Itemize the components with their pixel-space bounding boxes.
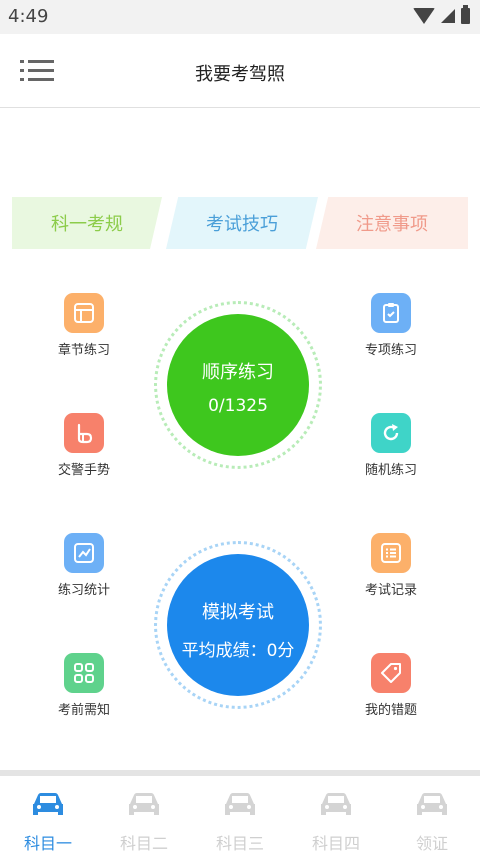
car-icon <box>417 793 447 815</box>
tab-license[interactable]: 领证 <box>384 776 480 854</box>
tab-label: 科目一 <box>23 834 72 853</box>
info-cards: 科一考规 考试技巧 注意事项 <box>12 197 468 249</box>
car-icon <box>129 793 159 815</box>
notes-card[interactable]: 注意事项 <box>316 197 468 249</box>
grid-icon <box>64 653 104 693</box>
tab-label: 领证 <box>415 834 448 853</box>
refresh-icon <box>371 413 411 453</box>
app-bar: 我要考驾照 <box>0 34 480 108</box>
battery-icon <box>461 5 470 24</box>
clipboard-icon <box>371 293 411 333</box>
mock-exam-title: 模拟考试 <box>202 602 274 623</box>
tab-subject-three[interactable]: 科目三 <box>192 776 288 854</box>
random-practice-button[interactable]: 随机练习 <box>351 413 431 478</box>
tab-subject-one[interactable]: 科目一 <box>0 776 96 854</box>
chapter-icon <box>64 293 104 333</box>
exam-rules-card[interactable]: 科一考规 <box>12 197 162 249</box>
pre-exam-notes-button[interactable]: 考前需知 <box>44 653 124 718</box>
chapter-practice-button[interactable]: 章节练习 <box>44 293 124 358</box>
sequential-practice-button[interactable]: 顺序练习 0/1325 <box>167 314 309 456</box>
traffic-gesture-button[interactable]: 交警手势 <box>44 413 124 478</box>
sequential-practice-title: 顺序练习 <box>202 362 274 383</box>
feature-label: 我的错题 <box>364 703 417 718</box>
wifi-icon <box>413 8 435 24</box>
special-practice-button[interactable]: 专项练习 <box>351 293 431 358</box>
status-icons <box>413 5 470 24</box>
feature-label: 专项练习 <box>364 343 417 358</box>
status-bar: 4:49 <box>0 0 480 34</box>
exam-circle-ring: 模拟考试 平均成绩：0分 <box>154 541 322 709</box>
feature-label: 考前需知 <box>57 703 110 718</box>
feature-label: 章节练习 <box>57 343 110 358</box>
tag-icon <box>371 653 411 693</box>
chart-icon <box>64 533 104 573</box>
signal-icon <box>441 9 455 23</box>
list-icon <box>371 533 411 573</box>
average-score: 平均成绩：0分 <box>181 641 295 661</box>
practice-stats-button[interactable]: 练习统计 <box>44 533 124 598</box>
mock-exam-button[interactable]: 模拟考试 平均成绩：0分 <box>167 554 309 696</box>
tab-subject-two[interactable]: 科目二 <box>96 776 192 854</box>
car-icon <box>225 793 255 815</box>
bottom-tab-bar: 科目一 科目二 科目三 科目四 领证 <box>0 776 480 854</box>
feature-label: 交警手势 <box>57 463 110 478</box>
tab-label: 科目二 <box>119 834 168 853</box>
exam-tips-card[interactable]: 考试技巧 <box>166 197 318 249</box>
tab-subject-four[interactable]: 科目四 <box>288 776 384 854</box>
feature-label: 考试记录 <box>364 583 417 598</box>
feature-label: 练习统计 <box>57 583 110 598</box>
practice-progress: 0/1325 <box>208 396 268 416</box>
status-time: 4:49 <box>8 6 49 27</box>
feature-label: 随机练习 <box>364 463 417 478</box>
exam-records-button[interactable]: 考试记录 <box>351 533 431 598</box>
tab-label: 科目四 <box>311 834 360 853</box>
wrong-questions-button[interactable]: 我的错题 <box>351 653 431 718</box>
practice-circle-ring: 顺序练习 0/1325 <box>154 301 322 469</box>
page-title: 我要考驾照 <box>195 64 285 85</box>
hand-gesture-icon <box>64 413 104 453</box>
tab-label: 科目三 <box>215 834 264 853</box>
car-icon <box>33 793 63 815</box>
car-icon <box>321 793 351 815</box>
